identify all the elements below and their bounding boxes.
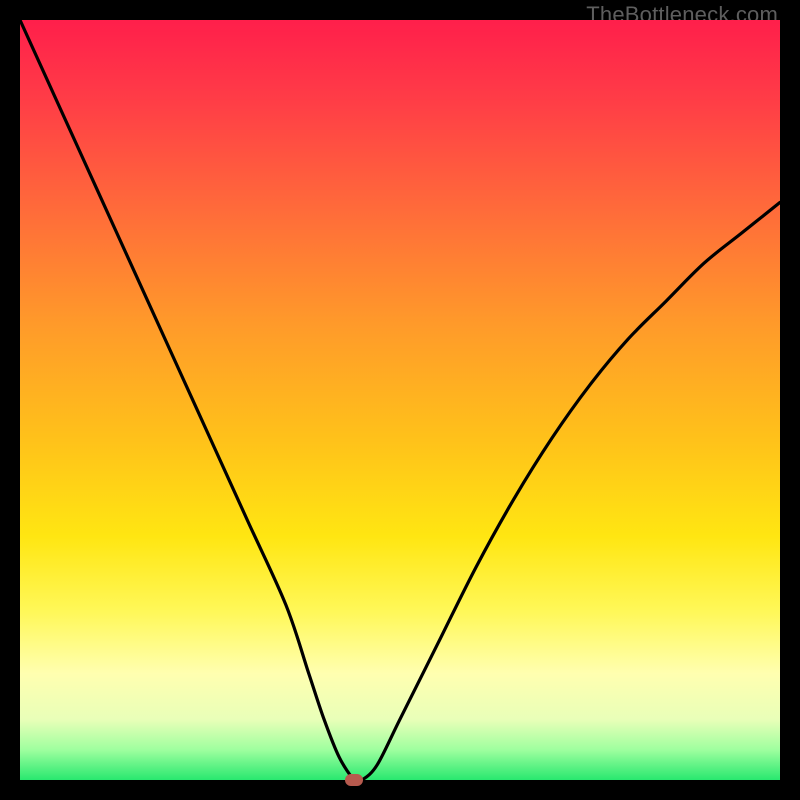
curve-svg <box>20 20 780 780</box>
chart-frame <box>20 20 780 780</box>
optimal-point-marker <box>345 774 363 786</box>
plot-area <box>20 20 780 780</box>
bottleneck-curve <box>20 20 780 782</box>
